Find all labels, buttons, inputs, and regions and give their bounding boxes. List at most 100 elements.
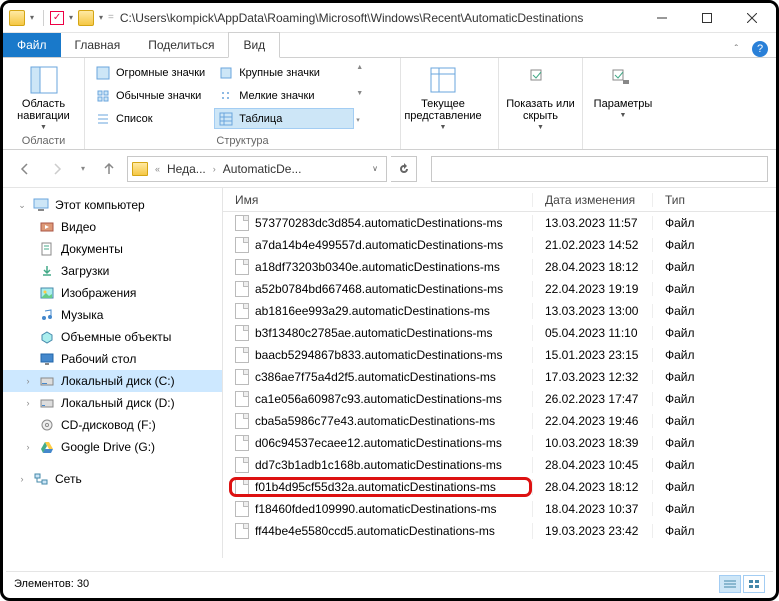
file-icon <box>235 413 249 429</box>
details-view-button[interactable] <box>719 575 741 593</box>
tab-home[interactable]: Главная <box>61 33 135 57</box>
qat-dropdown-icon[interactable]: ▾ <box>27 13 37 22</box>
tree-desktop[interactable]: Рабочий стол <box>3 348 222 370</box>
file-row[interactable]: cba5a5986c77e43.automaticDestinations-ms… <box>223 410 776 432</box>
qat-dropdown2-icon[interactable]: ▾ <box>66 13 76 22</box>
file-row[interactable]: 573770283dc3d854.automaticDestinations-m… <box>223 212 776 234</box>
options-button[interactable]: Параметры ▼ <box>589 62 657 119</box>
ribbon: Область навигации ▼ Области Огромные зна… <box>3 58 776 150</box>
minimize-button[interactable] <box>639 4 684 32</box>
tree-gdrive[interactable]: ›Google Drive (G:) <box>3 436 222 458</box>
col-type-header[interactable]: Тип <box>653 193 776 207</box>
history-dropdown[interactable]: ▾ <box>75 155 91 183</box>
file-type: Файл <box>653 436 776 450</box>
file-row[interactable]: a52b0784bd667468.automaticDestinations-m… <box>223 278 776 300</box>
qat-check-icon[interactable]: ✓ <box>50 11 64 25</box>
file-icon <box>235 479 249 495</box>
col-name-header[interactable]: Имя <box>223 193 533 207</box>
tree-disk-d[interactable]: ›Локальный диск (D:) <box>3 392 222 414</box>
icons-view-button[interactable] <box>743 575 765 593</box>
file-date: 13.03.2023 11:57 <box>533 216 653 230</box>
file-type: Файл <box>653 458 776 472</box>
file-row[interactable]: ca1e056a60987c93.automaticDestinations-m… <box>223 388 776 410</box>
tree-pictures[interactable]: Изображения <box>3 282 222 304</box>
tree-videos[interactable]: Видео <box>3 216 222 238</box>
file-icon <box>235 501 249 517</box>
folder-icon <box>9 10 25 26</box>
scroll-down-icon[interactable]: ▼ <box>356 90 363 97</box>
file-name: d06c94537ecaee12.automaticDestinations-m… <box>255 436 502 450</box>
refresh-button[interactable] <box>391 156 417 182</box>
file-row[interactable]: ab1816ee993a29.automaticDestinations-ms1… <box>223 300 776 322</box>
chevron-right-icon[interactable]: › <box>210 164 219 174</box>
tree-network[interactable]: ›Сеть <box>3 468 222 490</box>
file-type: Файл <box>653 260 776 274</box>
help-icon[interactable]: ? <box>752 41 768 57</box>
file-row[interactable]: dd7c3b1adb1c168b.automaticDestinations-m… <box>223 454 776 476</box>
tree-3d[interactable]: Объемные объекты <box>3 326 222 348</box>
file-list[interactable]: Имя Дата изменения Тип 573770283dc3d854.… <box>223 188 776 558</box>
file-date: 18.04.2023 10:37 <box>533 502 653 516</box>
tree-cd-f[interactable]: CD-дисковод (F:) <box>3 414 222 436</box>
close-button[interactable] <box>729 4 774 32</box>
file-row[interactable]: a18df73203b0340e.automaticDestinations-m… <box>223 256 776 278</box>
layout-small-icons[interactable]: Мелкие значки <box>214 85 354 106</box>
file-row[interactable]: f18460fded109990.automaticDestinations-m… <box>223 498 776 520</box>
tree-music[interactable]: Музыка <box>3 304 222 326</box>
file-row[interactable]: c386ae7f75a4d2f5.automaticDestinations-m… <box>223 366 776 388</box>
file-icon <box>235 303 249 319</box>
chevron-down-icon: ▼ <box>440 124 447 131</box>
file-row[interactable]: ff44be4e5580ccd5.automaticDestinations-m… <box>223 520 776 542</box>
col-date-header[interactable]: Дата изменения <box>533 193 653 207</box>
file-name: cba5a5986c77e43.automaticDestinations-ms <box>255 414 495 428</box>
file-row[interactable]: f01b4d95cf55d32a.automaticDestinations-m… <box>223 476 776 498</box>
forward-button[interactable] <box>43 155 71 183</box>
file-icon <box>235 391 249 407</box>
tab-file[interactable]: Файл <box>3 33 61 57</box>
up-button[interactable] <box>95 155 123 183</box>
layout-list[interactable]: Список <box>91 108 212 129</box>
file-row[interactable]: d06c94537ecaee12.automaticDestinations-m… <box>223 432 776 454</box>
file-row[interactable]: a7da14b4e499557d.automaticDestinations-m… <box>223 234 776 256</box>
ribbon-collapse-icon[interactable]: ˆ <box>735 44 738 55</box>
layout-normal-icons[interactable]: Обычные значки <box>91 85 212 106</box>
search-input[interactable] <box>431 156 768 182</box>
layout-huge-icons[interactable]: Огромные значки <box>91 62 212 83</box>
file-row[interactable]: baacb5294867b833.automaticDestinations-m… <box>223 344 776 366</box>
maximize-button[interactable] <box>684 4 729 32</box>
explorer-window: ▾ ✓ ▾ ▾ = C:\Users\kompick\AppData\Roami… <box>0 0 779 601</box>
file-type: Файл <box>653 304 776 318</box>
tree-documents[interactable]: Документы <box>3 238 222 260</box>
window-title: C:\Users\kompick\AppData\Roaming\Microso… <box>114 11 639 25</box>
address-dropdown-icon[interactable]: ∨ <box>368 164 382 173</box>
file-type: Файл <box>653 524 776 538</box>
back-button[interactable] <box>11 155 39 183</box>
folder-icon <box>78 10 94 26</box>
layout-table[interactable]: Таблица <box>214 108 354 129</box>
layout-large-icons[interactable]: Крупные значки <box>214 62 354 83</box>
file-row[interactable]: b3f13480c2785ae.automaticDestinations-ms… <box>223 322 776 344</box>
qat-dropdown3-icon[interactable]: ▾ <box>96 13 106 22</box>
tab-share[interactable]: Поделиться <box>134 33 228 57</box>
tree-downloads[interactable]: Загрузки <box>3 260 222 282</box>
file-name: a52b0784bd667468.automaticDestinations-m… <box>255 282 503 296</box>
file-type: Файл <box>653 216 776 230</box>
column-headers: Имя Дата изменения Тип <box>223 188 776 212</box>
tree-this-pc[interactable]: ⌄Этот компьютер <box>3 194 222 216</box>
tree-disk-c[interactable]: ›Локальный диск (C:) <box>3 370 222 392</box>
file-date: 19.03.2023 23:42 <box>533 524 653 538</box>
show-hide-button[interactable]: Показать или скрыть ▼ <box>505 62 576 131</box>
scroll-up-icon[interactable]: ▲ <box>356 64 363 71</box>
file-name: a18df73203b0340e.automaticDestinations-m… <box>255 260 500 274</box>
file-name: c386ae7f75a4d2f5.automaticDestinations-m… <box>255 370 496 384</box>
file-date: 26.02.2023 17:47 <box>533 392 653 406</box>
folder-tree[interactable]: ⌄Этот компьютер Видео Документы Загрузки… <box>3 188 223 558</box>
expand-icon[interactable]: ▾ <box>356 116 363 124</box>
main-area: ⌄Этот компьютер Видео Документы Загрузки… <box>3 188 776 558</box>
file-type: Файл <box>653 414 776 428</box>
file-icon <box>235 237 249 253</box>
navigation-pane-button[interactable]: Область навигации ▼ <box>9 62 78 131</box>
current-view-button[interactable]: Текущее представление ▼ <box>407 62 479 131</box>
address-box[interactable]: « Неда... › AutomaticDe... ∨ <box>127 156 387 182</box>
tab-view[interactable]: Вид <box>228 32 280 58</box>
